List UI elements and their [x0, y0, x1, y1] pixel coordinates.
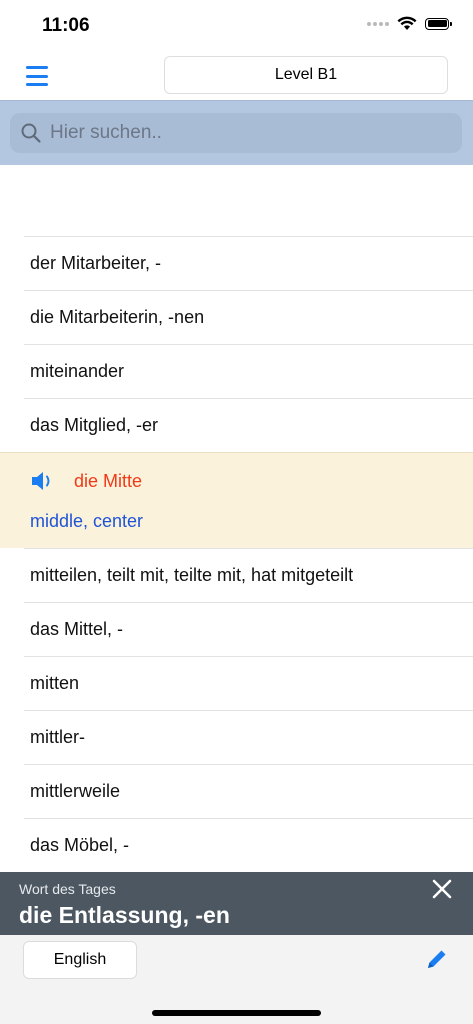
list-item[interactable]: das Mittel, -: [24, 602, 473, 656]
home-indicator: [152, 1010, 321, 1016]
list-item[interactable]: das Mitglied, -er: [24, 398, 473, 452]
word-of-the-day-banner[interactable]: Wort des Tages die Entlassung, -en: [0, 872, 473, 935]
menu-icon[interactable]: [26, 66, 48, 86]
bottom-toolbar: English: [0, 935, 473, 1024]
search-icon: [21, 123, 41, 143]
list-item[interactable]: das Möbel, -: [24, 818, 473, 872]
expanded-list-item[interactable]: die Mitte middle, center: [0, 452, 473, 548]
status-bar: 11:06: [0, 0, 473, 52]
list-item[interactable]: miteinander: [24, 344, 473, 398]
language-button[interactable]: English: [23, 941, 137, 979]
expanded-word: die Mitte: [74, 470, 143, 491]
list-item[interactable]: mittler-: [24, 710, 473, 764]
list-item[interactable]: mitteilen, teilt mit, teilte mit, hat mi…: [24, 548, 473, 602]
signal-icon: [367, 21, 389, 26]
battery-icon: [425, 17, 452, 30]
list-item[interactable]: die Mitarbeiterin, -nen: [24, 290, 473, 344]
list-item[interactable]: mittlerweile: [24, 764, 473, 818]
status-icons: [367, 16, 452, 31]
list-item[interactable]: mitten: [24, 656, 473, 710]
word-list: der Mitarbeiter, - die Mitarbeiterin, -n…: [0, 236, 473, 872]
level-button[interactable]: Level B1: [164, 56, 448, 94]
search-box[interactable]: [10, 113, 462, 153]
word-of-the-day-word: die Entlassung, -en: [19, 902, 230, 928]
list-item[interactable]: der Mitarbeiter, -: [24, 236, 473, 290]
expanded-head: die Mitte: [30, 469, 142, 493]
speaker-icon[interactable]: [30, 469, 56, 493]
search-input[interactable]: [48, 121, 432, 145]
close-icon[interactable]: [431, 878, 453, 900]
nav-bar: Level B1: [0, 52, 473, 100]
expanded-translation: middle, center: [30, 511, 144, 531]
wifi-icon: [397, 16, 417, 30]
status-time: 11:06: [42, 15, 90, 36]
search-bar: [0, 100, 473, 165]
word-of-the-day-label: Wort des Tages: [19, 881, 116, 897]
edit-icon[interactable]: [425, 947, 449, 971]
